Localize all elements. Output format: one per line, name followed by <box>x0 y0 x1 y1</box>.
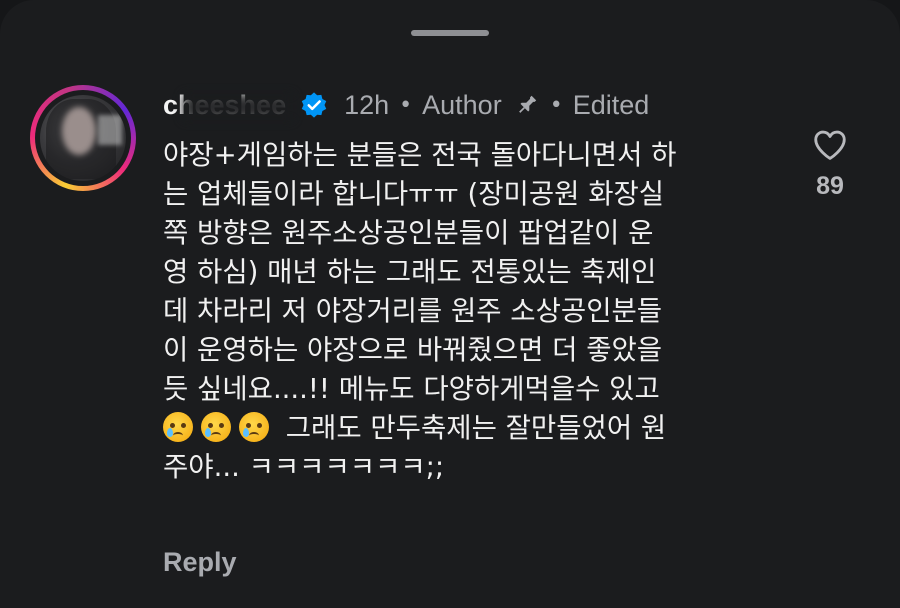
username-redaction <box>183 93 293 120</box>
separator-dot: • <box>549 92 563 118</box>
comment-time: 12h <box>344 89 390 120</box>
crying-face-icon <box>201 412 231 442</box>
comment-line: 듯 싶네요....!! 메뉴도 다양하게먹을수 있고 <box>163 373 660 405</box>
comment-line: 데 차라리 저 야장거리를 원주 소상공인분들 <box>163 295 663 327</box>
comment-line: 야장+게임하는 분들은 전국 돌아다니면서 하 <box>163 139 677 171</box>
like-button[interactable]: 89 <box>804 126 856 201</box>
edited-label: Edited <box>572 89 650 120</box>
sheet-grab-handle[interactable] <box>411 30 489 36</box>
comment-sheet: cheeshee 12h • Author • Edited 야장+게임하는 분… <box>0 0 900 608</box>
comment-line: 그래도 만두축제는 잘만들었어 원 <box>163 409 763 448</box>
heart-icon[interactable] <box>810 126 850 164</box>
verified-badge-icon <box>301 92 327 118</box>
separator-dot: • <box>399 92 413 118</box>
comment-line: 영 하심) 매년 하는 그래도 전통있는 축제인 <box>163 256 657 288</box>
comment-line: 이 운영하는 야장으로 바꿔줬으면 더 좋았을 <box>163 334 663 366</box>
avatar[interactable] <box>40 95 126 181</box>
comment-line: 는 업체들이라 합니다ㅠㅠ (장미공원 화장실 <box>163 178 665 210</box>
author-label: Author <box>422 89 502 120</box>
comment-header: cheeshee 12h • Author • Edited <box>163 84 649 126</box>
like-count: 89 <box>816 172 844 200</box>
comment-text: 야장+게임하는 분들은 전국 돌아다니면서 하 는 업체들이라 합니다ㅠㅠ (장… <box>163 136 763 487</box>
pin-icon <box>518 95 536 113</box>
crying-face-icon <box>163 412 193 442</box>
reply-button[interactable]: Reply <box>163 547 237 578</box>
comment-line: 주야... ㅋㅋㅋㅋㅋㅋㅋ;; <box>163 451 445 483</box>
username[interactable]: cheeshee <box>163 90 293 121</box>
crying-face-icon <box>239 412 269 442</box>
comment-line: 쪽 방향은 원주소상공인분들이 팝업같이 운 <box>163 217 654 249</box>
avatar-story-ring[interactable] <box>30 85 136 191</box>
